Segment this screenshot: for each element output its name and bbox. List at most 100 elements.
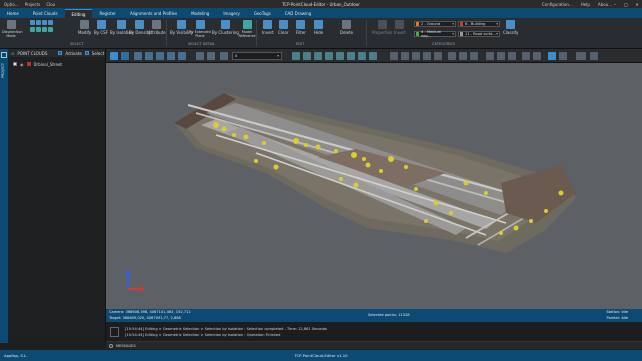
tab-home[interactable]: Home bbox=[0, 9, 26, 18]
activate-checkbox[interactable] bbox=[58, 51, 63, 55]
point-clouds-panel: ⊖ POINT CLOUDS Activate Select ◉ Ürbinol… bbox=[8, 49, 106, 343]
tab-geotags[interactable]: GeoTags bbox=[247, 9, 278, 18]
category-select-building[interactable]: 6 - Building ▾ bbox=[458, 21, 500, 27]
snap-icon[interactable] bbox=[401, 52, 409, 60]
render-mode-icon[interactable] bbox=[207, 52, 215, 60]
dense-grid-icon[interactable] bbox=[459, 52, 467, 60]
attribute-button[interactable]: Attribute bbox=[148, 20, 166, 35]
category-select-medium-veg[interactable]: 4 - Medium veg... ▾ bbox=[414, 30, 456, 38]
category-select-ground[interactable]: 2 - Ground ▾ bbox=[414, 21, 456, 27]
cloud-checkbox[interactable] bbox=[13, 62, 17, 66]
zoom-in-icon[interactable] bbox=[145, 52, 153, 60]
by-csf-button[interactable]: By CSF bbox=[94, 20, 108, 35]
about-menu[interactable]: Abou... bbox=[598, 2, 612, 7]
classify-button[interactable]: Classify bbox=[503, 20, 518, 35]
by-extended-plane-button[interactable]: By Extended Plane bbox=[188, 20, 212, 38]
configuration-menu[interactable]: Configuration... bbox=[542, 2, 573, 7]
tab-register[interactable]: Register bbox=[92, 9, 122, 18]
project-tab[interactable]: PROJECT bbox=[1, 63, 5, 78]
minimize-icon[interactable]: – bbox=[612, 2, 618, 7]
view-cube-icon[interactable] bbox=[196, 52, 204, 60]
box-select-icon[interactable] bbox=[30, 27, 35, 32]
profile-icon[interactable] bbox=[347, 52, 355, 60]
eye-dome-icon[interactable] bbox=[559, 52, 567, 60]
invert-button[interactable]: Invert bbox=[262, 20, 274, 35]
ribbon: Disselection Mode Modify By CSF By Isola… bbox=[0, 18, 642, 49]
highlight-icon[interactable] bbox=[548, 52, 556, 60]
sphere-select-icon[interactable] bbox=[36, 27, 41, 32]
close-icon[interactable]: ✕ bbox=[634, 2, 640, 7]
ribbon-separator bbox=[166, 20, 167, 46]
visibility-icon[interactable]: ◉ bbox=[20, 62, 24, 67]
3d-viewport[interactable] bbox=[106, 63, 642, 309]
screenshot-icon[interactable] bbox=[576, 52, 586, 60]
quick-access-projects[interactable]: Projects bbox=[25, 2, 41, 7]
measure-icon[interactable] bbox=[292, 52, 300, 60]
color-mode-icon[interactable] bbox=[220, 52, 228, 60]
list-item[interactable]: ◉ Ürbinol_Street bbox=[8, 60, 105, 68]
maximize-icon[interactable]: □ bbox=[623, 2, 629, 7]
collapse-icon[interactable]: ⊖ bbox=[11, 51, 14, 56]
tab-editing[interactable]: Editing bbox=[64, 9, 93, 18]
tab-imagery[interactable]: Imagery bbox=[216, 9, 247, 18]
point-info-icon[interactable] bbox=[303, 52, 311, 60]
pin-icon[interactable] bbox=[1, 52, 7, 58]
angle-icon[interactable] bbox=[325, 52, 333, 60]
road-surface-swatch bbox=[460, 32, 463, 36]
tab-alignments-profiles[interactable]: Alignments and Profiles bbox=[123, 9, 184, 18]
grid-icon[interactable] bbox=[390, 52, 398, 60]
model-reference-button[interactable]: Model Reference bbox=[236, 20, 258, 38]
clip-box-icon[interactable] bbox=[423, 52, 431, 60]
rectangle-select-icon[interactable] bbox=[30, 20, 35, 25]
help-menu[interactable]: Help bbox=[581, 2, 590, 7]
zoom-extents-icon[interactable] bbox=[178, 52, 186, 60]
fit-view-icon[interactable] bbox=[134, 52, 142, 60]
color-mode-select[interactable]: 0 ▾ bbox=[232, 52, 282, 60]
layers-icon[interactable] bbox=[412, 52, 420, 60]
messages-bar[interactable]: MESSAGES bbox=[106, 342, 642, 349]
hide-label: Hide bbox=[314, 30, 324, 35]
by-clustering-button[interactable]: By Clustering bbox=[212, 20, 239, 35]
hide-button[interactable]: Hide bbox=[314, 20, 323, 35]
plane-select-icon[interactable] bbox=[48, 27, 53, 32]
perspective-icon[interactable] bbox=[110, 52, 118, 60]
delete-button[interactable]: Delete bbox=[340, 20, 353, 35]
distance-icon[interactable] bbox=[314, 52, 322, 60]
table-icon[interactable] bbox=[470, 52, 478, 60]
axis-icon[interactable] bbox=[486, 52, 494, 60]
properties-button[interactable]: Properties bbox=[372, 20, 392, 35]
zoom-out-icon[interactable] bbox=[156, 52, 164, 60]
messages-toggle-icon[interactable] bbox=[109, 343, 113, 348]
disselection-mode-button[interactable]: Disselection Mode bbox=[2, 20, 23, 38]
dots-grid-icon[interactable] bbox=[448, 52, 456, 60]
section-icon[interactable] bbox=[358, 52, 366, 60]
polyline-icon[interactable] bbox=[508, 52, 516, 60]
brush-select-icon[interactable] bbox=[42, 20, 47, 25]
select-checkbox[interactable] bbox=[84, 51, 89, 55]
chevron-down-icon: ▾ bbox=[277, 54, 279, 58]
quick-access-options[interactable]: Optio... bbox=[4, 2, 19, 7]
target-icon[interactable] bbox=[533, 52, 541, 60]
clear-button[interactable]: Clear bbox=[278, 20, 288, 35]
invert-category-button[interactable]: Invert bbox=[394, 20, 406, 35]
coordinate-icon[interactable] bbox=[522, 52, 530, 60]
point-cloud-render[interactable] bbox=[106, 63, 642, 309]
polygon-select-icon[interactable] bbox=[36, 20, 41, 25]
settings-icon[interactable] bbox=[590, 52, 598, 60]
cylinder-select-icon[interactable] bbox=[42, 27, 47, 32]
modify-button[interactable]: Modify bbox=[78, 20, 91, 35]
height-icon[interactable] bbox=[369, 52, 377, 60]
slice-icon[interactable] bbox=[434, 52, 442, 60]
zoom-window-icon[interactable] bbox=[167, 52, 175, 60]
lasso-select-icon[interactable] bbox=[48, 20, 53, 25]
category-select-road-surface[interactable]: 11 - Road surfa... ▾ bbox=[458, 31, 500, 37]
tab-cad-drawing[interactable]: CAD Drawing bbox=[278, 9, 319, 18]
tab-point-clouds[interactable]: Point Clouds bbox=[26, 9, 65, 18]
filter-button[interactable]: Filter bbox=[296, 20, 306, 35]
line-icon[interactable] bbox=[497, 52, 505, 60]
quick-access-cloud[interactable]: Clou bbox=[46, 2, 55, 7]
chevron-down-icon: ▾ bbox=[452, 32, 454, 36]
tab-modeling[interactable]: Modeling bbox=[184, 9, 216, 18]
area-icon[interactable] bbox=[336, 52, 344, 60]
ortho-icon[interactable] bbox=[121, 52, 129, 60]
